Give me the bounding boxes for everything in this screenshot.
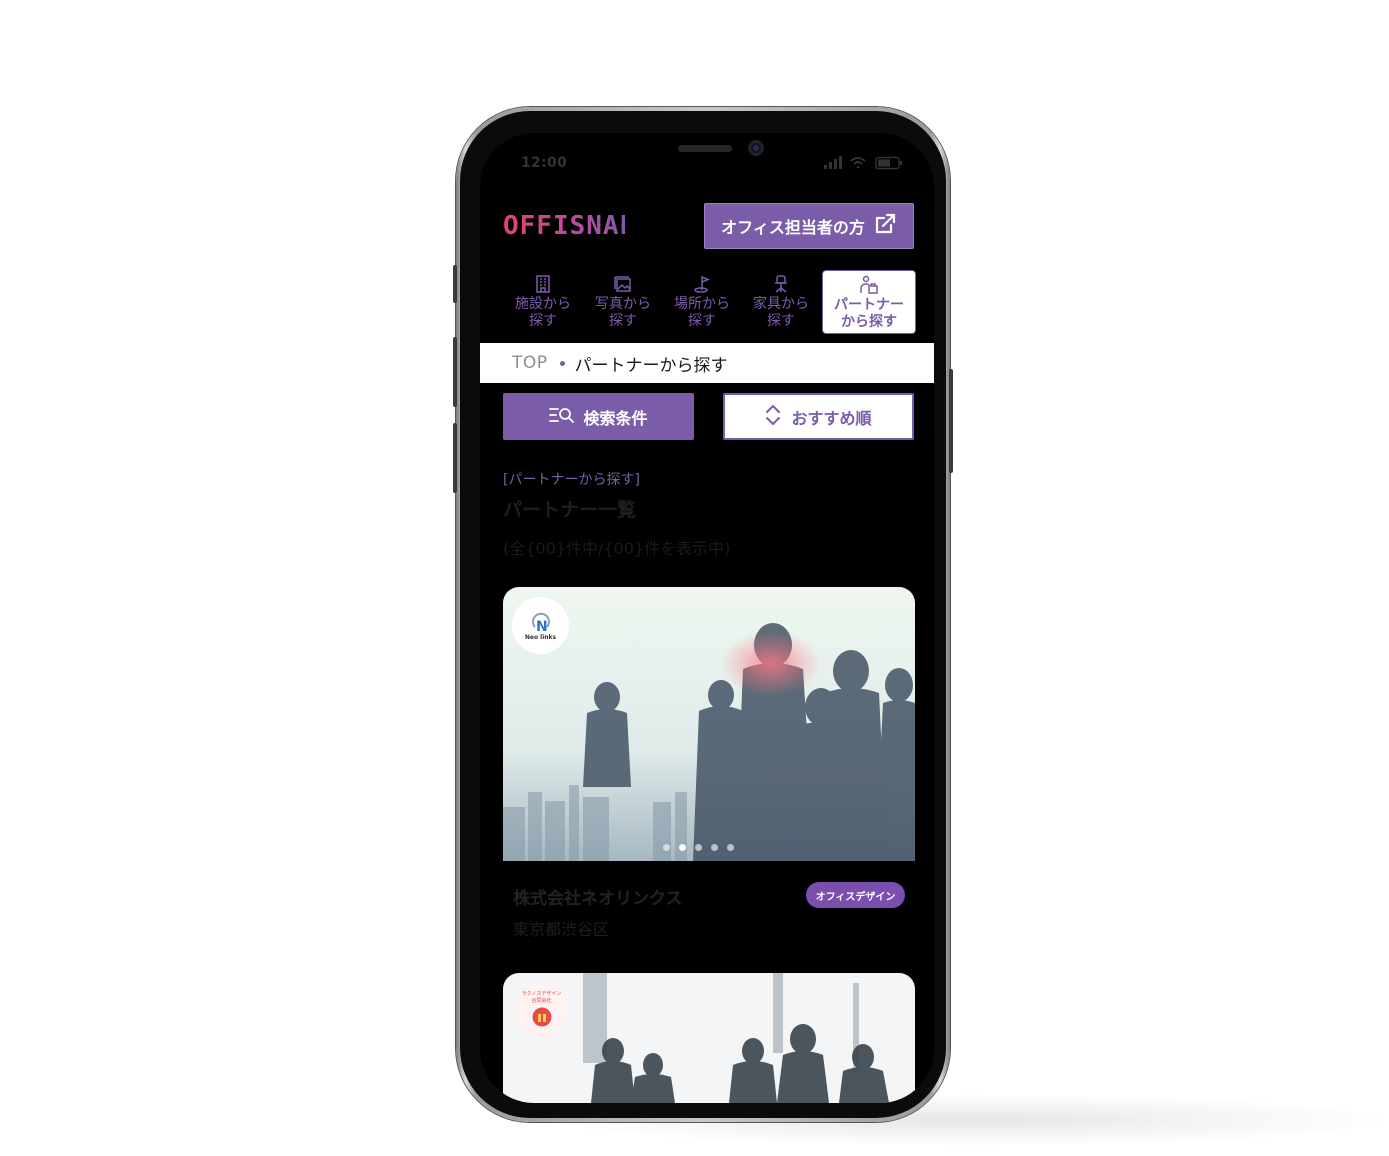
- partner-company-name[interactable]: 株式会社ネオリンクス: [513, 884, 683, 909]
- partner-logo-avatar: N Neo links: [512, 597, 569, 654]
- carousel-dot[interactable]: [711, 844, 718, 851]
- partner-card-image[interactable]: N Neo links: [503, 587, 915, 861]
- sort-order-label: おすすめ順: [791, 408, 872, 428]
- front-camera: [748, 140, 764, 156]
- carousel-dots: [663, 844, 734, 851]
- partner-category-tag: オフィスデザイン: [806, 882, 905, 908]
- carousel-dot-active[interactable]: [679, 844, 686, 851]
- office-manager-button[interactable]: オフィス担当者の方: [704, 203, 914, 249]
- mute-switch: [453, 265, 457, 303]
- search-conditions-button[interactable]: 検索条件: [503, 393, 694, 440]
- partner-logo-avatar-2: ラクノスデザイン合同会社: [514, 983, 569, 1038]
- carousel-dot[interactable]: [727, 844, 734, 851]
- phone-bezel: 12:00 OFFISNAP オフィス担当者の方 施設から 探す 写真から 探す…: [460, 111, 946, 1118]
- nav-label-location: 場所から 探す: [674, 296, 730, 329]
- status-icons: [824, 156, 904, 170]
- section-subtitle: [パートナーから探す]: [503, 472, 640, 488]
- sort-order-button[interactable]: おすすめ順: [723, 393, 914, 440]
- neo-links-logo-icon: N: [531, 612, 550, 633]
- photo-icon: [613, 274, 633, 296]
- svg-text:N: N: [536, 619, 548, 633]
- breadcrumb-separator: [559, 360, 565, 366]
- nav-label-photo: 写真から 探す: [595, 296, 651, 329]
- external-link-icon: [873, 212, 897, 240]
- carousel-dot[interactable]: [695, 844, 702, 851]
- result-count: (全{00}件中/{00}件を表示中): [503, 539, 731, 558]
- partner-photo-2: [503, 973, 915, 1103]
- search-category-nav: 施設から 探す 写真から 探す 場所から 探す 家具から 探す パートナー から…: [504, 270, 916, 334]
- nav-item-facility[interactable]: 施設から 探す: [504, 270, 582, 334]
- battery-icon: [875, 156, 902, 170]
- breadcrumb-current: パートナーから探す: [574, 355, 728, 376]
- partner-location: 東京都渋谷区: [513, 920, 610, 939]
- carousel-dot[interactable]: [663, 844, 670, 851]
- chair-icon: [771, 274, 791, 296]
- wifi-icon: [850, 157, 866, 169]
- nav-label-furniture: 家具から 探す: [753, 296, 809, 329]
- breadcrumb: TOP パートナーから探す: [480, 343, 934, 383]
- section-title: パートナー一覧: [503, 499, 637, 521]
- nav-item-location[interactable]: 場所から 探す: [663, 270, 741, 334]
- nav-item-photo[interactable]: 写真から 探す: [584, 270, 662, 334]
- offisnap-logo[interactable]: OFFISNAP: [503, 211, 635, 243]
- partner-icon: [859, 275, 879, 297]
- phone-frame: 12:00 OFFISNAP オフィス担当者の方 施設から 探す 写真から 探す…: [453, 107, 953, 1122]
- nav-item-partner[interactable]: パートナー から探す: [822, 270, 916, 334]
- search-conditions-label: 検索条件: [583, 408, 648, 428]
- breadcrumb-top-link[interactable]: TOP: [512, 353, 548, 373]
- logo-wordmark: OFFISNAP: [503, 211, 625, 239]
- status-time: 12:00: [521, 155, 568, 171]
- building-icon: [533, 274, 553, 296]
- signal-icon: [824, 156, 842, 169]
- sort-chevrons-icon: [765, 403, 781, 431]
- partner-logo-text-2: ラクノスデザイン合同会社: [521, 991, 562, 1004]
- nav-item-furniture[interactable]: 家具から 探す: [742, 270, 820, 334]
- volume-down-button: [453, 423, 457, 493]
- phone-screen: 12:00 OFFISNAP オフィス担当者の方 施設から 探す 写真から 探す…: [480, 133, 934, 1103]
- app-header: OFFISNAP オフィス担当者の方: [480, 203, 934, 253]
- office-button-label: オフィス担当者の方: [721, 218, 865, 237]
- nav-label-facility: 施設から 探す: [515, 296, 571, 329]
- filter-search-icon: [549, 405, 575, 429]
- location-flag-icon: [692, 274, 712, 296]
- power-button: [949, 369, 953, 473]
- partner-card-image-2[interactable]: ラクノスデザイン合同会社: [503, 973, 915, 1103]
- earpiece-speaker: [678, 145, 732, 152]
- volume-up-button: [453, 337, 457, 407]
- gift-logo-icon: [532, 1007, 551, 1027]
- partner-logo-text: Neo links: [524, 633, 557, 641]
- nav-label-partner: パートナー から探す: [834, 297, 904, 330]
